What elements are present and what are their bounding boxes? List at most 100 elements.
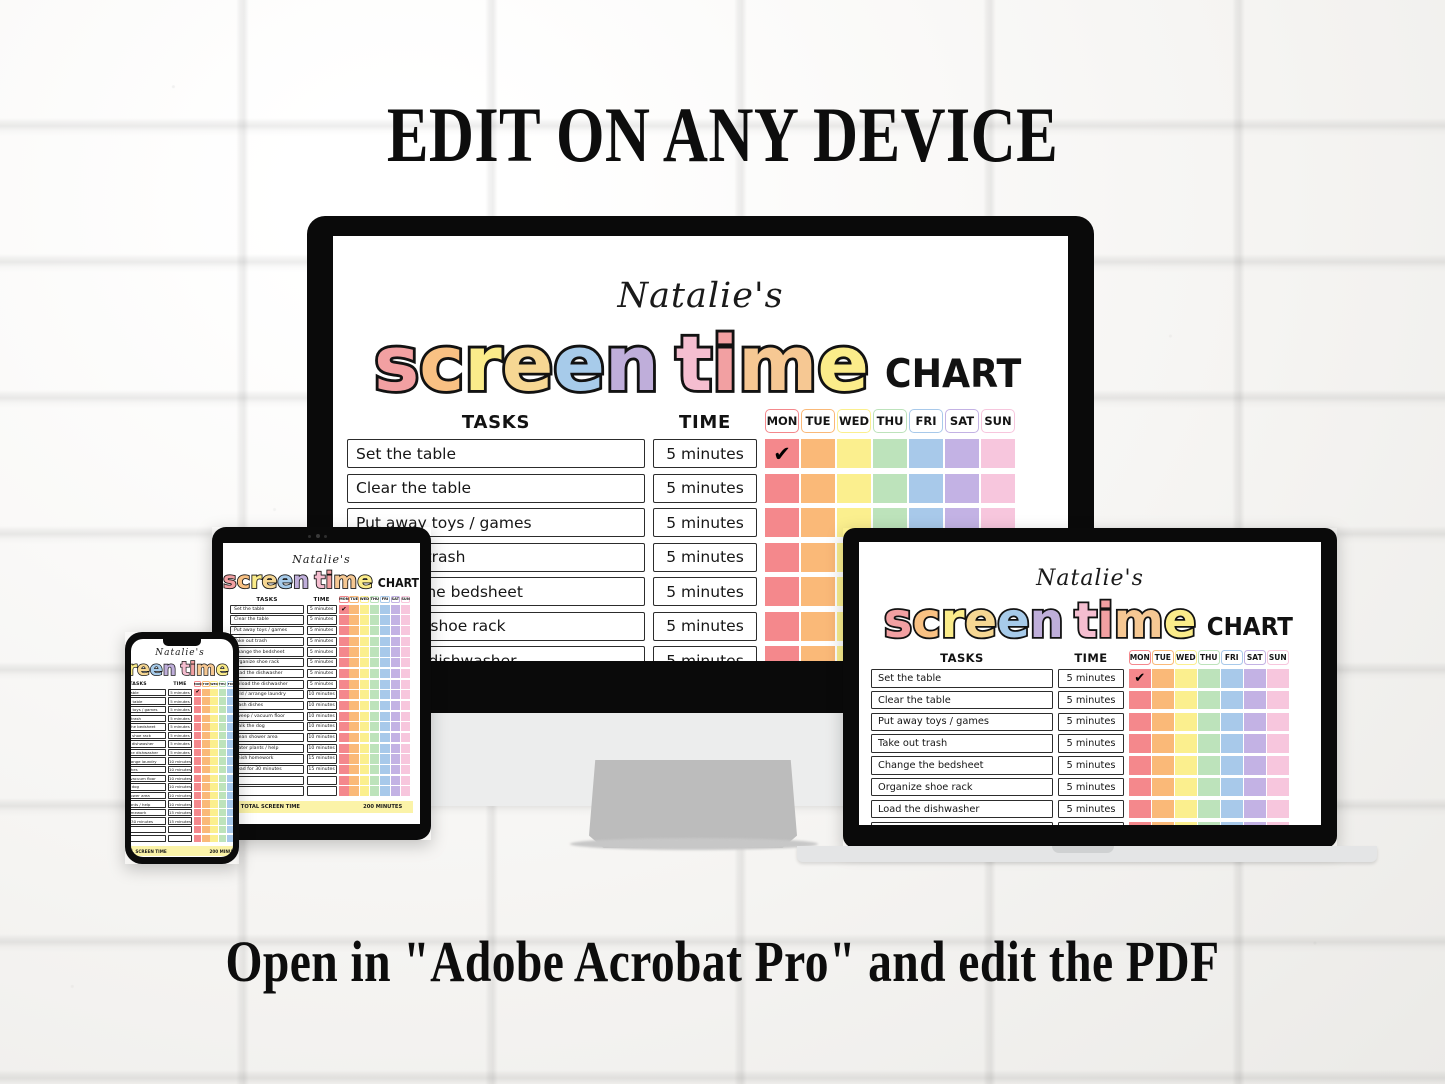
task-name-field[interactable]: Clear the table xyxy=(347,473,645,503)
day-checkbox-wed[interactable] xyxy=(210,757,218,765)
day-checkbox-thu[interactable] xyxy=(1198,690,1220,710)
day-checkbox-thu[interactable] xyxy=(1198,712,1220,732)
task-name-field[interactable]: Fold / arrange laundry xyxy=(131,757,166,765)
day-checkbox-sun[interactable] xyxy=(400,604,411,614)
day-checkbox-thu[interactable] xyxy=(218,723,226,731)
day-checkbox-wed[interactable] xyxy=(1175,734,1197,753)
task-time-field[interactable]: 5 minutes xyxy=(306,647,337,657)
day-checkbox-thu[interactable] xyxy=(218,817,226,825)
day-checkbox-sun[interactable] xyxy=(1267,734,1289,753)
day-checkbox-sun[interactable] xyxy=(400,743,411,753)
day-checkbox-wed[interactable] xyxy=(359,711,370,721)
day-checkbox-tue[interactable] xyxy=(349,775,359,785)
day-checkbox-fri[interactable] xyxy=(226,714,233,722)
day-checkbox-tue[interactable] xyxy=(349,679,359,689)
day-checkbox-wed[interactable] xyxy=(1175,690,1197,710)
day-checkbox-sun[interactable] xyxy=(981,473,1015,503)
day-checkbox-sat[interactable] xyxy=(390,775,400,785)
day-chip-sun[interactable]: SUN xyxy=(981,409,1015,433)
day-checkbox-sat[interactable] xyxy=(390,722,400,732)
day-checkbox-sat[interactable] xyxy=(390,786,400,796)
day-checkbox-tue[interactable] xyxy=(202,705,210,714)
day-checkbox-fri[interactable] xyxy=(380,636,390,646)
day-checkbox-mon[interactable] xyxy=(339,722,349,732)
day-checkbox-tue[interactable] xyxy=(202,740,210,748)
day-checkbox-thu[interactable] xyxy=(218,697,226,705)
day-checkbox-thu[interactable] xyxy=(370,615,380,625)
day-checkbox-tue[interactable] xyxy=(202,723,210,731)
day-checkbox-mon[interactable] xyxy=(194,731,202,740)
day-chip-sat[interactable]: SAT xyxy=(945,409,979,433)
day-checkbox-wed[interactable] xyxy=(359,615,370,625)
day-checkbox-sat[interactable] xyxy=(390,647,400,657)
day-chip-thu[interactable]: THU xyxy=(1198,650,1220,665)
day-checkbox-tue[interactable] xyxy=(202,688,210,697)
task-time-field[interactable]: 5 minutes xyxy=(168,740,192,748)
day-checkbox-mon[interactable]: ✔ xyxy=(1129,669,1151,688)
task-time-field[interactable]: 5 minutes xyxy=(653,577,757,606)
day-checkbox-mon[interactable] xyxy=(194,800,202,808)
task-name-field[interactable]: Change the bedsheet xyxy=(131,723,166,731)
task-name-field[interactable]: Put away toys / games xyxy=(871,712,1053,732)
day-checkbox-sat[interactable] xyxy=(1244,712,1266,732)
day-checkbox-fri[interactable] xyxy=(1221,734,1243,753)
task-time-field[interactable] xyxy=(306,775,337,785)
day-checkbox-tue[interactable] xyxy=(1152,734,1174,753)
task-time-field[interactable]: 10 minutes xyxy=(306,732,337,743)
task-name-field[interactable]: Water plants / help xyxy=(131,800,166,808)
task-time-field[interactable]: 5 minutes xyxy=(168,697,192,705)
day-checkbox-mon[interactable] xyxy=(765,542,799,572)
day-checkbox-mon[interactable] xyxy=(194,817,202,825)
day-checkbox-sat[interactable] xyxy=(390,615,400,625)
task-time-field[interactable]: 15 minutes xyxy=(306,765,337,775)
day-chip-mon[interactable]: MON xyxy=(1129,650,1151,665)
day-checkbox-mon[interactable]: ✔ xyxy=(194,688,202,697)
day-checkbox-mon[interactable] xyxy=(1129,777,1151,797)
day-checkbox-wed[interactable] xyxy=(210,834,218,843)
task-name-field[interactable]: Fold / arrange laundry xyxy=(230,690,304,700)
day-checkbox-tue[interactable] xyxy=(202,800,210,808)
day-checkbox-wed[interactable] xyxy=(210,774,218,782)
day-checkbox-mon[interactable] xyxy=(339,700,349,711)
day-checkbox-tue[interactable] xyxy=(202,834,210,843)
day-checkbox-wed[interactable] xyxy=(210,688,218,697)
day-checkbox-tue[interactable] xyxy=(349,658,359,668)
day-checkbox-tue[interactable] xyxy=(1152,690,1174,710)
day-checkbox-thu[interactable] xyxy=(873,473,907,503)
task-name-field[interactable] xyxy=(230,775,304,785)
task-name-field[interactable]: Put away toys / games xyxy=(131,705,166,714)
day-checkbox-thu[interactable] xyxy=(370,690,380,700)
day-checkbox-fri[interactable] xyxy=(1221,669,1243,688)
day-checkbox-mon[interactable] xyxy=(194,757,202,765)
day-checkbox-tue[interactable] xyxy=(801,542,835,572)
task-time-field[interactable]: 5 minutes xyxy=(168,688,192,697)
day-checkbox-mon[interactable] xyxy=(194,791,202,800)
day-checkbox-fri[interactable] xyxy=(380,754,390,764)
day-checkbox-thu[interactable] xyxy=(370,732,380,743)
task-name-field[interactable]: Wash dishes xyxy=(131,766,166,774)
day-checkbox-mon[interactable] xyxy=(194,714,202,722)
day-checkbox-wed[interactable] xyxy=(210,791,218,800)
day-checkbox-sun[interactable] xyxy=(1267,756,1289,775)
day-checkbox-thu[interactable] xyxy=(218,774,226,782)
day-checkbox-wed[interactable] xyxy=(210,800,218,808)
task-name-field[interactable]: Take out trash xyxy=(131,714,166,722)
day-checkbox-tue[interactable] xyxy=(1152,712,1174,732)
day-chip-sun[interactable]: SUN xyxy=(400,595,411,603)
day-checkbox-tue[interactable] xyxy=(202,791,210,800)
task-name-field[interactable]: Set the table xyxy=(230,604,304,614)
task-name-field[interactable]: Organize shoe rack xyxy=(871,777,1053,797)
day-checkbox-thu[interactable] xyxy=(218,826,226,834)
task-name-field[interactable]: Load the dishwasher xyxy=(131,740,166,748)
day-checkbox-fri[interactable] xyxy=(226,697,233,705)
day-checkbox-sun[interactable] xyxy=(400,711,411,721)
day-checkbox-mon[interactable] xyxy=(194,705,202,714)
day-chip-tue[interactable]: TUE xyxy=(202,681,210,687)
day-checkbox-wed[interactable] xyxy=(210,714,218,722)
task-name-field[interactable]: Walk the dog xyxy=(131,783,166,791)
day-checkbox-fri[interactable] xyxy=(380,615,390,625)
day-chip-tue[interactable]: TUE xyxy=(801,409,835,433)
task-time-field[interactable]: 5 minutes xyxy=(168,723,192,731)
task-time-field[interactable]: 5 minutes xyxy=(168,748,192,757)
day-checkbox-mon[interactable] xyxy=(339,679,349,689)
